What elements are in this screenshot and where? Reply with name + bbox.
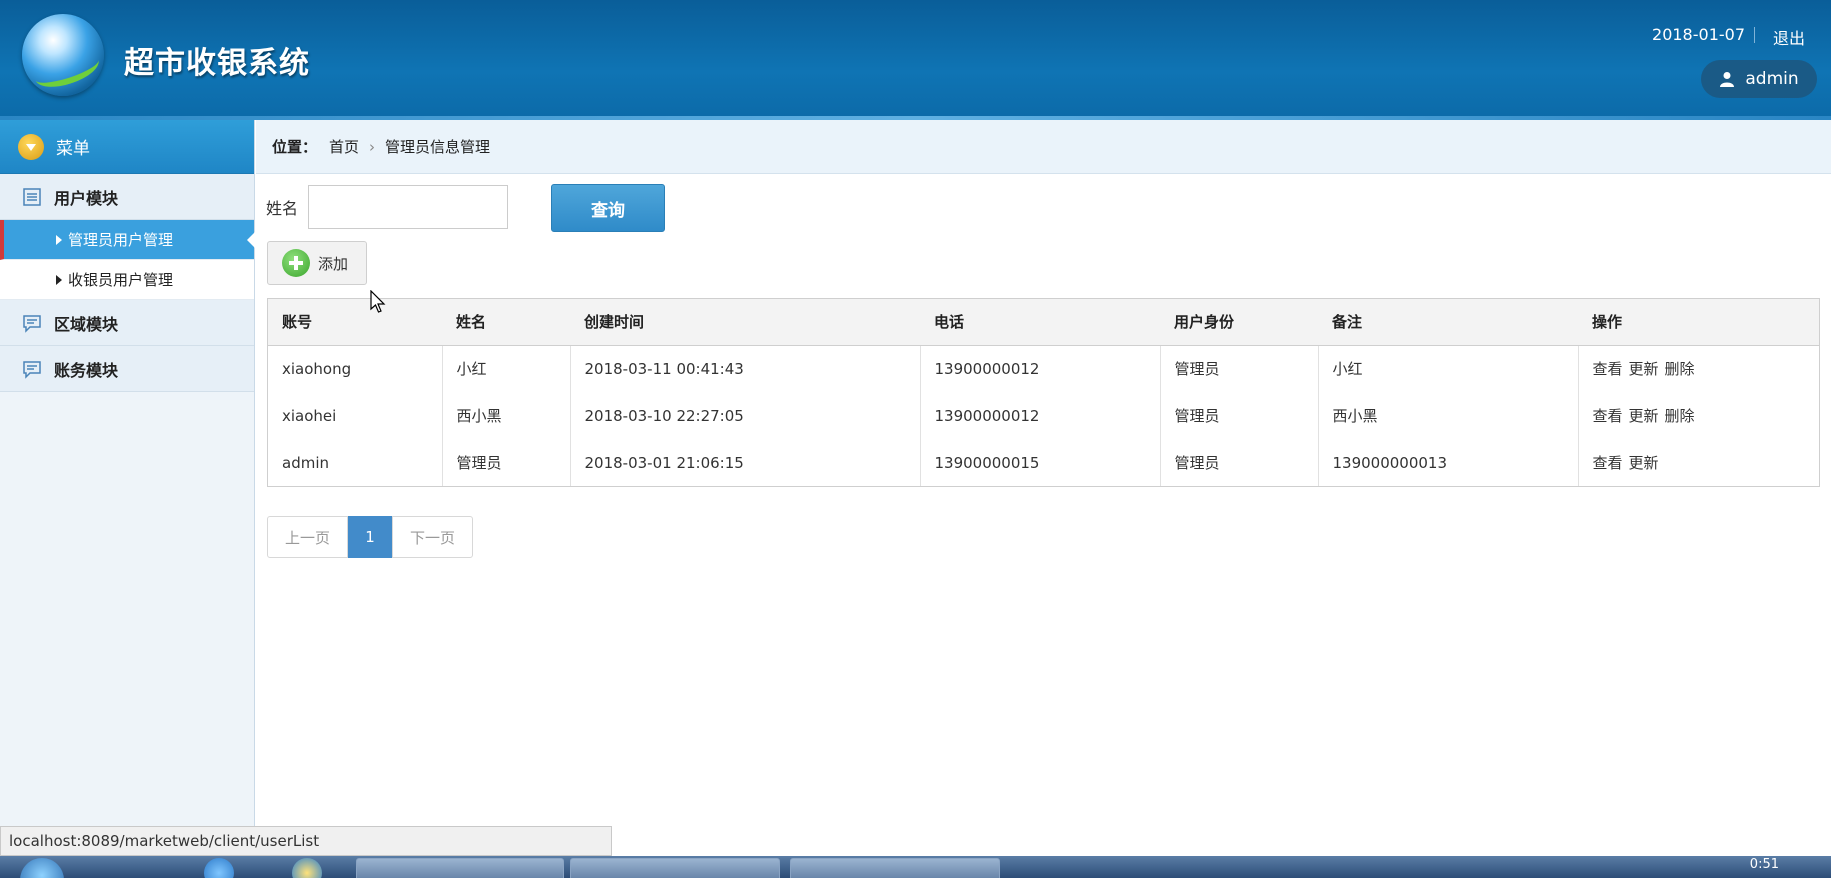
- sidebar-item-label: 收银员用户管理: [68, 271, 174, 289]
- main-content: 位置： 首页 › 管理员信息管理 姓名 查询 添加 账号 姓名 创建时间 电话 …: [256, 120, 1831, 856]
- sidebar-item-admin-users[interactable]: 管理员用户管理: [0, 220, 255, 260]
- globe-logo-icon: [22, 14, 104, 96]
- chevron-right-icon: ›: [369, 137, 376, 156]
- table-row: xiaohong 小红 2018-03-11 00:41:43 13900000…: [268, 345, 1819, 392]
- delete-link[interactable]: 删除: [1665, 407, 1695, 425]
- col-header: 备注: [1318, 299, 1578, 346]
- ie-icon[interactable]: [292, 858, 322, 878]
- col-header: 创建时间: [570, 299, 920, 346]
- table-row: xiaohei 西小黑 2018-03-10 22:27:05 13900000…: [268, 392, 1819, 439]
- menu-label: 菜单: [56, 139, 90, 159]
- cell-role: 管理员: [1160, 439, 1319, 486]
- chevron-down-icon: [18, 133, 44, 160]
- cell-created: 2018-03-11 00:41:43: [570, 345, 921, 392]
- cell-role: 管理员: [1160, 392, 1319, 439]
- browser-status-bar: localhost:8089/marketweb/client/userList: [0, 826, 612, 856]
- cell-actions: 查看 更新 删除: [1578, 392, 1819, 439]
- pagination: 上一页 1 下一页: [267, 516, 473, 558]
- mouse-cursor-icon: [370, 290, 386, 313]
- col-header: 账号: [268, 299, 442, 346]
- sidebar-item-label: 管理员用户管理: [68, 231, 174, 249]
- cell-name: 小红: [442, 345, 571, 392]
- cell-phone: 13900000012: [920, 345, 1161, 392]
- breadcrumb-home[interactable]: 首页: [329, 136, 359, 157]
- list-icon: [23, 187, 41, 206]
- username: admin: [1745, 69, 1799, 89]
- cell-note: 139000000013: [1318, 439, 1579, 486]
- app-header: 超市收银系统 2018-01-07 退出 admin: [0, 0, 1831, 120]
- col-header: 电话: [920, 299, 1160, 346]
- taskbar-eclipse-window[interactable]: [790, 858, 1000, 878]
- sidebar-module-label: 账务模块: [54, 360, 119, 380]
- update-link[interactable]: 更新: [1629, 454, 1659, 472]
- view-link[interactable]: 查看: [1593, 360, 1623, 378]
- name-search-input[interactable]: [308, 185, 509, 229]
- sidebar-module-label: 用户模块: [54, 188, 119, 208]
- caret-right-icon: [56, 275, 62, 285]
- plus-icon: [282, 249, 310, 277]
- sidebar-module-region[interactable]: 区域模块: [0, 300, 254, 346]
- search-label: 姓名: [266, 199, 299, 218]
- breadcrumb: 位置： 首页 › 管理员信息管理: [256, 120, 1831, 174]
- add-button[interactable]: 添加: [267, 241, 367, 285]
- table-header-row: 账号 姓名 创建时间 电话 用户身份 备注 操作: [268, 299, 1819, 346]
- cell-created: 2018-03-01 21:06:15: [570, 439, 921, 486]
- app-title: 超市收银系统: [124, 46, 310, 81]
- cell-account: admin: [268, 439, 443, 486]
- sidebar: 菜单 用户模块 管理员用户管理 收银员用户管理 区域模块 账务模块: [0, 120, 255, 856]
- taskbar-chrome-window[interactable]: [356, 858, 564, 878]
- menu-header[interactable]: 菜单: [0, 120, 254, 174]
- delete-link[interactable]: 删除: [1665, 360, 1695, 378]
- search-row: 姓名: [266, 184, 509, 230]
- user-badge[interactable]: admin: [1701, 60, 1817, 98]
- update-link[interactable]: 更新: [1629, 360, 1659, 378]
- sidebar-item-cashier-users[interactable]: 收银员用户管理: [0, 260, 254, 300]
- cell-name: 管理员: [442, 439, 571, 486]
- breadcrumb-prefix: 位置：: [272, 138, 318, 156]
- cell-phone: 13900000012: [920, 392, 1161, 439]
- search-button[interactable]: 查询: [551, 184, 665, 232]
- breadcrumb-current: 管理员信息管理: [385, 138, 491, 156]
- view-link[interactable]: 查看: [1593, 454, 1623, 472]
- people-icon[interactable]: [204, 858, 234, 878]
- col-header: 用户身份: [1160, 299, 1318, 346]
- start-button-icon[interactable]: [20, 858, 64, 878]
- sidebar-module-accounts[interactable]: 账务模块: [0, 346, 254, 392]
- next-page-button[interactable]: 下一页: [392, 516, 473, 558]
- page-1-button[interactable]: 1: [348, 516, 392, 558]
- cell-name: 西小黑: [442, 392, 571, 439]
- chat-icon: [23, 314, 41, 333]
- cell-role: 管理员: [1160, 345, 1319, 392]
- cell-actions: 查看 更新: [1578, 439, 1819, 486]
- prev-page-button[interactable]: 上一页: [267, 516, 348, 558]
- taskbar-clock: 0:51: [1749, 857, 1779, 872]
- cell-created: 2018-03-10 22:27:05: [570, 392, 921, 439]
- user-icon: [1720, 72, 1735, 87]
- user-table: 账号 姓名 创建时间 电话 用户身份 备注 操作 xiaohong 小红 201…: [267, 298, 1820, 487]
- header-divider: [1754, 27, 1755, 43]
- cell-note: 西小黑: [1318, 392, 1579, 439]
- cell-phone: 13900000015: [920, 439, 1161, 486]
- view-link[interactable]: 查看: [1593, 407, 1623, 425]
- chat-icon: [23, 360, 41, 379]
- caret-right-icon: [56, 235, 62, 245]
- header-date: 2018-01-07: [1652, 25, 1745, 44]
- sidebar-module-user[interactable]: 用户模块: [0, 174, 254, 220]
- os-taskbar: 0:51: [0, 856, 1831, 878]
- col-header: 操作: [1578, 299, 1819, 346]
- logout-link[interactable]: 退出: [1773, 25, 1805, 49]
- cell-account: xiaohong: [268, 345, 443, 392]
- col-header: 姓名: [442, 299, 570, 346]
- update-link[interactable]: 更新: [1629, 407, 1659, 425]
- cell-actions: 查看 更新 删除: [1578, 345, 1819, 392]
- cell-account: xiaohei: [268, 392, 443, 439]
- taskbar-sql-window[interactable]: [570, 858, 780, 878]
- table-row: admin 管理员 2018-03-01 21:06:15 1390000001…: [268, 439, 1819, 486]
- sidebar-module-label: 区域模块: [54, 314, 119, 334]
- add-button-label: 添加: [318, 254, 349, 273]
- cell-note: 小红: [1318, 345, 1579, 392]
